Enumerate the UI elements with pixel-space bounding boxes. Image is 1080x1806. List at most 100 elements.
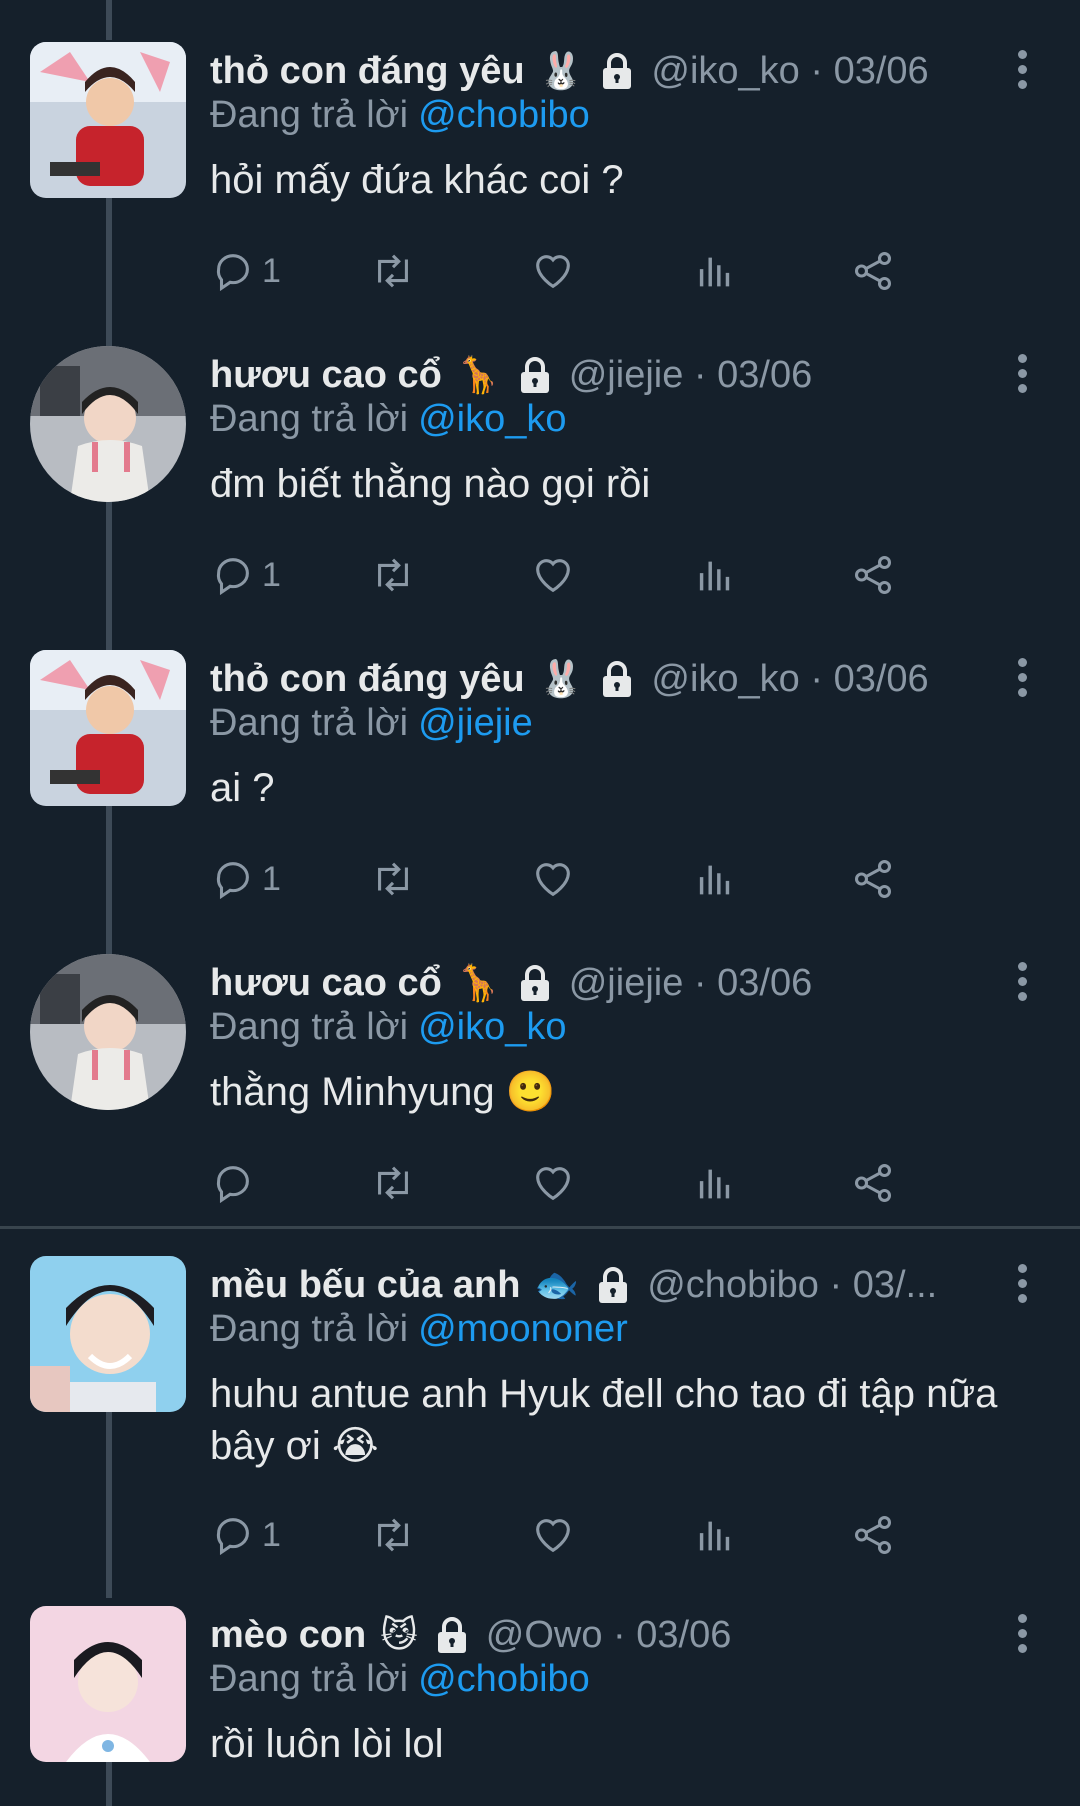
replying-to: Đang trả lời @jiejie (210, 702, 533, 745)
lock-icon (515, 355, 555, 395)
tweet[interactable]: hươu cao cổ 🦒 @jiejie · 03/06 Đang trả l… (0, 954, 1080, 1224)
like-button[interactable] (530, 1158, 576, 1208)
avatar[interactable] (30, 1606, 186, 1762)
tweet[interactable]: mều bếu của anh 🐟 @chobibo · 03/... Đang… (0, 1256, 1080, 1576)
retweet-icon (378, 558, 408, 592)
more-vertical-icon[interactable] (1016, 50, 1028, 90)
handle-date[interactable]: @jiejie · 03/06 (569, 354, 812, 397)
tweet[interactable]: mèo con 😼 @Owo · 03/06 Đang trả lời @chob… (0, 1606, 1080, 1806)
retweet-button[interactable] (370, 246, 416, 296)
tweet[interactable]: hươu cao cổ 🦒 @jiejie · 03/06 Đang trả l… (0, 346, 1080, 616)
replying-to: Đang trả lời @chobibo (210, 1658, 590, 1701)
share-icon (854, 556, 892, 594)
tweet-header: thỏ con đáng yêu 🐰 @iko_ko · 03/06 (210, 650, 990, 708)
reply-button[interactable]: 1 (210, 854, 281, 904)
retweet-button[interactable] (370, 854, 416, 904)
share-button[interactable] (850, 550, 896, 600)
tweet-text: hỏi mấy đứa khác coi ? (210, 158, 624, 202)
handle-date[interactable]: @iko_ko · 03/06 (651, 658, 928, 701)
display-name[interactable]: hươu cao cổ (210, 354, 442, 397)
reply-icon (216, 1166, 249, 1204)
replying-to: Đang trả lời @moononer (210, 1308, 628, 1351)
more-vertical-icon[interactable] (1016, 658, 1028, 698)
reply-icon (216, 1518, 249, 1556)
retweet-button[interactable] (370, 1158, 416, 1208)
reply-icon (216, 558, 249, 596)
tweet-text: huhu antue anh Hyuk đell cho tao đi tập … (210, 1372, 998, 1468)
name-emoji: 🐰 (538, 50, 584, 91)
heart-icon (536, 255, 570, 289)
views-icon (699, 561, 730, 591)
handle-date[interactable]: @chobibo · 03/... (647, 1264, 937, 1307)
replying-to-label: Đang trả lời (210, 1308, 409, 1350)
display-name[interactable]: mèo con (210, 1614, 366, 1657)
retweet-button[interactable] (370, 550, 416, 600)
heart-icon (536, 559, 570, 593)
tweet[interactable]: thỏ con đáng yêu 🐰 @iko_ko · 03/06 Đang … (0, 650, 1080, 920)
avatar[interactable] (30, 346, 186, 502)
views-button[interactable] (692, 550, 738, 600)
mention-link[interactable]: @chobibo (418, 1658, 590, 1700)
more-vertical-icon[interactable] (1016, 1264, 1028, 1304)
reply-button[interactable]: 1 (210, 550, 281, 600)
views-button[interactable] (692, 1158, 738, 1208)
reply-icon (216, 254, 249, 292)
views-button[interactable] (692, 1510, 738, 1560)
lock-icon (597, 659, 637, 699)
tweet-text: đm biết thằng nào gọi rồi (210, 462, 651, 506)
reply-button[interactable]: 1 (210, 1510, 281, 1560)
handle-date[interactable]: @Owo · 03/06 (486, 1614, 732, 1657)
reply-button[interactable] (210, 1158, 262, 1208)
share-icon (854, 860, 892, 898)
avatar[interactable] (30, 42, 186, 198)
share-button[interactable] (850, 1158, 896, 1208)
more-vertical-icon[interactable] (1016, 1614, 1028, 1654)
display-name[interactable]: thỏ con đáng yêu (210, 50, 525, 93)
tweet[interactable]: thỏ con đáng yêu 🐰 @iko_ko · 03/06 Đang … (0, 42, 1080, 312)
views-button[interactable] (692, 246, 738, 296)
conversation-divider (0, 1226, 1080, 1229)
tweet-header: hươu cao cổ 🦒 @jiejie · 03/06 (210, 346, 990, 404)
tweet-header: thỏ con đáng yêu 🐰 @iko_ko · 03/06 (210, 42, 990, 100)
display-name[interactable]: thỏ con đáng yêu (210, 658, 525, 701)
handle-date[interactable]: @jiejie · 03/06 (569, 962, 812, 1005)
display-name[interactable]: mều bếu của anh (210, 1264, 520, 1307)
share-button[interactable] (850, 1510, 896, 1560)
action-bar: 1 (210, 246, 1010, 296)
tweet-header: hươu cao cổ 🦒 @jiejie · 03/06 (210, 954, 990, 1012)
mention-link[interactable]: @jiejie (418, 702, 533, 744)
share-button[interactable] (850, 854, 896, 904)
tweet-header: mều bếu của anh 🐟 @chobibo · 03/... (210, 1256, 990, 1314)
name-emoji: 🦒 (455, 962, 501, 1003)
lock-icon (432, 1615, 472, 1655)
mention-link[interactable]: @chobibo (418, 94, 590, 136)
like-button[interactable] (530, 246, 576, 296)
views-button[interactable] (692, 854, 738, 904)
views-icon (699, 1169, 730, 1199)
avatar[interactable] (30, 954, 186, 1110)
lock-icon (597, 51, 637, 91)
tweet-text: ai ? (210, 766, 275, 810)
retweet-button[interactable] (370, 1510, 416, 1560)
like-button[interactable] (530, 1510, 576, 1560)
avatar[interactable] (30, 650, 186, 806)
share-button[interactable] (850, 246, 896, 296)
like-button[interactable] (530, 550, 576, 600)
more-vertical-icon[interactable] (1016, 962, 1028, 1002)
avatar[interactable] (30, 1256, 186, 1412)
tweet-text: rồi luôn lòi lol (210, 1722, 444, 1766)
mention-link[interactable]: @iko_ko (418, 398, 566, 440)
mention-link[interactable]: @iko_ko (418, 1006, 566, 1048)
heart-icon (536, 1519, 570, 1553)
action-bar: 1 (210, 550, 1010, 600)
reply-button[interactable]: 1 (210, 246, 281, 296)
action-bar (210, 1158, 1010, 1208)
name-emoji: 🐰 (538, 658, 584, 699)
more-vertical-icon[interactable] (1016, 354, 1028, 394)
handle-date[interactable]: @iko_ko · 03/06 (651, 50, 928, 93)
reply-count: 1 (262, 251, 281, 290)
like-button[interactable] (530, 854, 576, 904)
display-name[interactable]: hươu cao cổ (210, 962, 442, 1005)
mention-link[interactable]: @moononer (418, 1308, 628, 1350)
replying-to-label: Đang trả lời (210, 1658, 409, 1700)
